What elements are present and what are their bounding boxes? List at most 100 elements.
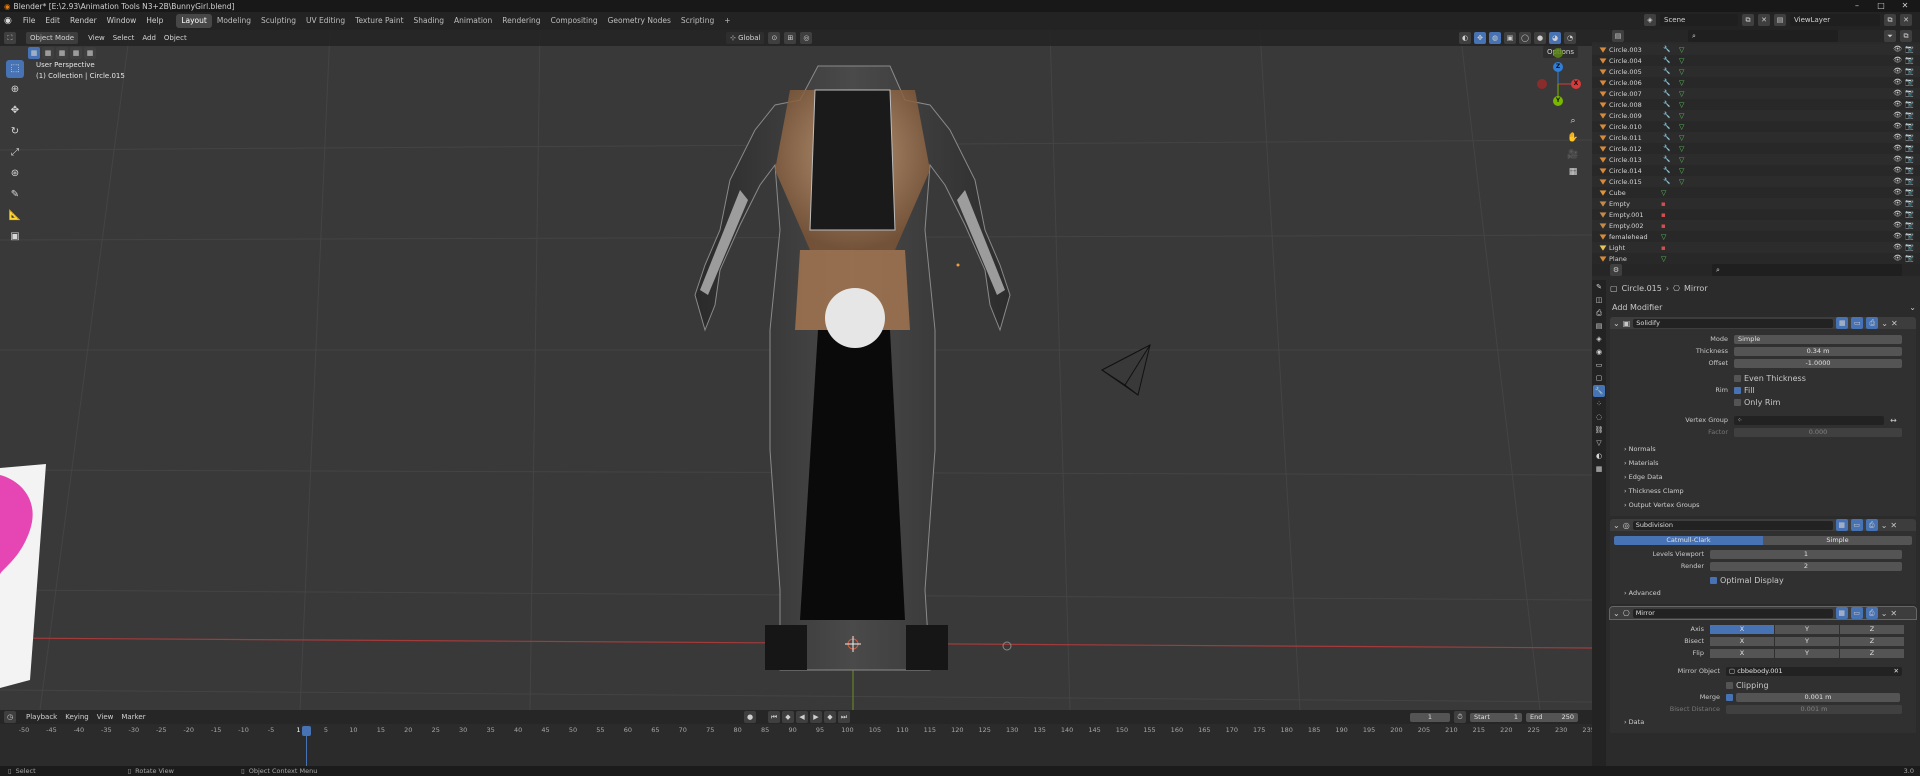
visibility-eye-icon[interactable]: 👁 <box>1893 243 1902 251</box>
proportional-edit-icon[interactable]: ◎ <box>800 32 813 44</box>
new-scene-icon[interactable]: ⧉ <box>1742 14 1754 26</box>
render-camera-icon[interactable]: 📷 <box>1905 199 1914 207</box>
new-collection-icon[interactable]: ⧉ <box>1900 30 1912 42</box>
outliner-item[interactable]: Empty.002 ▪ 👁 📷 <box>1592 220 1920 231</box>
snap-icon[interactable]: ⊞ <box>784 32 797 44</box>
visibility-eye-icon[interactable]: 👁 <box>1893 221 1902 229</box>
outliner-search-input[interactable]: ⌕ <box>1688 30 1838 42</box>
viewport-menu-select[interactable]: Select <box>109 32 139 44</box>
object-tab-icon[interactable]: ▢ <box>1593 372 1605 384</box>
edit-mode-toggle-icon[interactable]: ▦ <box>1835 607 1848 619</box>
viewport-toggle-icon[interactable]: ▭ <box>1851 317 1864 329</box>
output-tab-icon[interactable]: ⎙ <box>1593 307 1605 319</box>
clipping-checkbox[interactable]: Clipping <box>1610 679 1916 691</box>
mode-dropdown[interactable]: Simple <box>1734 334 1902 344</box>
visibility-eye-icon[interactable]: 👁 <box>1893 89 1902 97</box>
render-camera-icon[interactable]: 📷 <box>1905 133 1914 141</box>
solidify-modifier-header[interactable]: ⌄ ▣ Solidify ▦ ▭ ⎙ ⌄ ✕ <box>1610 317 1916 329</box>
material-tab-icon[interactable]: ◐ <box>1593 450 1605 462</box>
render-camera-icon[interactable]: 📷 <box>1905 188 1914 196</box>
merge-distance-field[interactable]: 0.001 m <box>1736 692 1900 702</box>
visibility-eye-icon[interactable]: 👁 <box>1893 133 1902 141</box>
tab-rendering[interactable]: Rendering <box>497 14 545 28</box>
timeline-menu-playback[interactable]: Playback <box>22 711 61 723</box>
fill-checkbox[interactable]: Fill <box>1734 386 1755 395</box>
visibility-eye-icon[interactable]: 👁 <box>1893 67 1902 75</box>
bisect-distance-field[interactable]: 0.001 m <box>1726 704 1902 714</box>
menu-file[interactable]: File <box>18 14 41 28</box>
only-rim-checkbox[interactable]: Only Rim <box>1610 396 1916 408</box>
viewport-menu-add[interactable]: Add <box>138 32 160 44</box>
viewport-menu-object[interactable]: Object <box>160 32 191 44</box>
outliner-item[interactable]: Circle.012 🔧 ▽ 👁 📷 <box>1592 143 1920 154</box>
display-mode-icon[interactable]: ▤ <box>1612 30 1624 42</box>
character-model[interactable] <box>694 65 1011 671</box>
visibility-eye-icon[interactable]: 👁 <box>1893 100 1902 108</box>
z-axis-icon[interactable]: Z <box>1553 62 1563 72</box>
minimize-button[interactable]: – <box>1848 0 1866 12</box>
select-invert-icon[interactable]: ▦ <box>70 47 82 59</box>
timeline-menu-marker[interactable]: Marker <box>117 711 149 723</box>
add-modifier-button[interactable]: Add Modifier ⌄ <box>1610 300 1916 314</box>
y-axis-icon[interactable]: Y <box>1553 96 1563 106</box>
visibility-eye-icon[interactable]: 👁 <box>1893 199 1902 207</box>
outliner-item[interactable]: Circle.013 🔧 ▽ 👁 📷 <box>1592 154 1920 165</box>
transform-tool[interactable]: ⊛ <box>6 165 24 183</box>
edit-mode-toggle-icon[interactable]: ▦ <box>1835 519 1848 531</box>
mirror-axis-x-toggle[interactable]: X <box>1710 624 1774 634</box>
tab-layout[interactable]: Layout <box>176 14 212 28</box>
view-layer-name[interactable]: ViewLayer <box>1790 14 1880 26</box>
invert-vertex-group-icon[interactable]: ↔ <box>1890 416 1897 425</box>
viewport-toggle-icon[interactable]: ▭ <box>1850 607 1863 619</box>
outliner-item[interactable]: Plane ▽ 👁 📷 <box>1592 253 1920 264</box>
simple-button[interactable]: Simple <box>1763 536 1912 545</box>
subpanel-edge-data[interactable]: › Edge Data <box>1610 470 1916 484</box>
select-intersect-icon[interactable]: ▦ <box>84 47 96 59</box>
modifier-tab-icon[interactable]: 🔧 <box>1593 385 1605 397</box>
render-camera-icon[interactable]: 📷 <box>1905 45 1914 53</box>
xray-icon[interactable]: ▣ <box>1504 32 1516 44</box>
zoom-icon[interactable]: ⌕ <box>1566 114 1580 128</box>
dropdown-icon[interactable]: ⌄ <box>1881 319 1888 328</box>
render-camera-icon[interactable]: 📷 <box>1905 243 1914 251</box>
constraints-tab-icon[interactable]: ⛓ <box>1593 424 1605 436</box>
mirror-name-field[interactable]: Mirror <box>1632 608 1833 618</box>
mirror-modifier-header[interactable]: ⌄ ⎔ Mirror ▦ ▭ ⎙ ⌄ ✕ <box>1609 606 1917 620</box>
x-axis-icon[interactable]: X <box>1571 79 1581 89</box>
subdivision-name-field[interactable]: Subdivision <box>1632 520 1833 530</box>
factor-field[interactable]: 0.000 <box>1734 427 1902 437</box>
properties-search-input[interactable]: ⌕ <box>1712 264 1902 276</box>
view-layer-tab-icon[interactable]: ▤ <box>1593 320 1605 332</box>
menu-window[interactable]: Window <box>102 14 142 28</box>
offset-field[interactable]: -1.0000 <box>1734 358 1902 368</box>
measure-tool[interactable]: 📐 <box>6 207 24 225</box>
pan-hand-icon[interactable]: ✋ <box>1566 131 1580 145</box>
visibility-icon[interactable]: ◐ <box>1459 32 1471 44</box>
subpanel-normals[interactable]: › Normals <box>1610 442 1916 456</box>
camera-view-icon[interactable]: 🎥 <box>1566 148 1580 162</box>
light-object[interactable] <box>1002 641 1012 651</box>
menu-help[interactable]: Help <box>141 14 168 28</box>
record-icon[interactable]: ● <box>744 711 756 723</box>
subdivision-modifier-header[interactable]: ⌄ ◎ Subdivision ▦ ▭ ⎙ ⌄ ✕ <box>1610 519 1916 531</box>
prev-keyframe-icon[interactable]: ◆ <box>782 711 794 723</box>
tab-sculpting[interactable]: Sculpting <box>256 14 301 28</box>
render-camera-icon[interactable]: 📷 <box>1905 177 1914 185</box>
render-camera-icon[interactable]: 📷 <box>1905 166 1914 174</box>
render-toggle-icon[interactable]: ⎙ <box>1865 519 1878 531</box>
timeline-menu-view[interactable]: View <box>93 711 118 723</box>
visibility-eye-icon[interactable]: 👁 <box>1893 111 1902 119</box>
outliner-item[interactable]: Circle.003 🔧 ▽ 👁 📷 <box>1592 44 1920 55</box>
collection-tab-icon[interactable]: ▭ <box>1593 359 1605 371</box>
jump-end-icon[interactable]: ⏭ <box>838 711 850 723</box>
image-plane-object[interactable] <box>0 464 46 688</box>
ortho-toggle-icon[interactable]: ▦ <box>1566 165 1580 179</box>
render-tab-icon[interactable]: ◫ <box>1593 294 1605 306</box>
select-box-tool[interactable]: ⬚ <box>6 60 24 78</box>
visibility-eye-icon[interactable]: 👁 <box>1893 155 1902 163</box>
menu-edit[interactable]: Edit <box>40 14 65 28</box>
outliner-item[interactable]: Circle.005 🔧 ▽ 👁 📷 <box>1592 66 1920 77</box>
tab-modeling[interactable]: Modeling <box>212 14 256 28</box>
render-camera-icon[interactable]: 📷 <box>1905 89 1914 97</box>
remove-modifier-icon[interactable]: ✕ <box>1890 521 1897 530</box>
